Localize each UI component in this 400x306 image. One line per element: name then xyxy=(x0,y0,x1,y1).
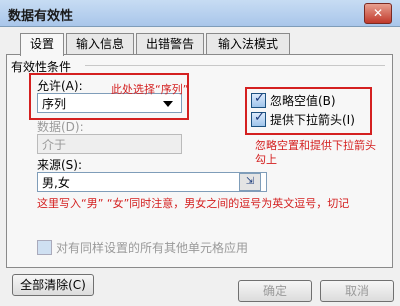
title-bar: 数据有效性 ✕ xyxy=(0,0,400,27)
settings-panel: 有效性条件 允许(A): 序列 此处选择“序列” 数据(D): 介于 ✓ 忽略空… xyxy=(6,54,393,268)
apply-all-checkbox[interactable] xyxy=(37,240,52,255)
checkbox-highlight-box xyxy=(245,87,372,135)
tab-ime-mode[interactable]: 输入法模式 xyxy=(206,33,290,54)
collapse-dialog-button[interactable]: ⇲ xyxy=(239,173,261,191)
allow-label: 允许(A): xyxy=(37,79,83,93)
clear-all-button[interactable]: 全部清除(C) xyxy=(12,274,94,296)
data-select[interactable]: 介于 xyxy=(37,134,182,154)
source-label: 来源(S): xyxy=(37,158,83,172)
chevron-down-icon xyxy=(163,101,173,107)
source-input[interactable]: 男,女 xyxy=(37,172,267,192)
cancel-button[interactable]: 取消 xyxy=(320,280,394,302)
group-divider xyxy=(85,65,385,66)
window-title: 数据有效性 xyxy=(8,9,74,24)
checkbox-annotation: 忽略空置和提供下拉箭头勾上 xyxy=(255,139,376,166)
apply-all-label: 对有同样设置的所有其他单元格应用 xyxy=(56,241,249,255)
range-select-icon: ⇲ xyxy=(245,176,255,187)
data-label: 数据(D): xyxy=(37,120,84,134)
tab-error-alert[interactable]: 出错警告 xyxy=(136,33,204,54)
allow-annotation: 此处选择“序列” xyxy=(111,83,189,96)
ok-button[interactable]: 确定 xyxy=(238,280,312,302)
tab-settings[interactable]: 设置 xyxy=(20,33,64,56)
allow-value: 序列 xyxy=(42,97,67,111)
data-value: 介于 xyxy=(42,138,67,152)
source-annotation: 这里写入“男” “女”同时注意，男女之间的逗号为英文逗号，切记 xyxy=(37,197,350,210)
tab-input-message[interactable]: 输入信息 xyxy=(66,33,134,54)
close-icon: ✕ xyxy=(372,6,384,20)
close-button[interactable]: ✕ xyxy=(364,3,392,24)
source-value: 男,女 xyxy=(42,176,70,190)
